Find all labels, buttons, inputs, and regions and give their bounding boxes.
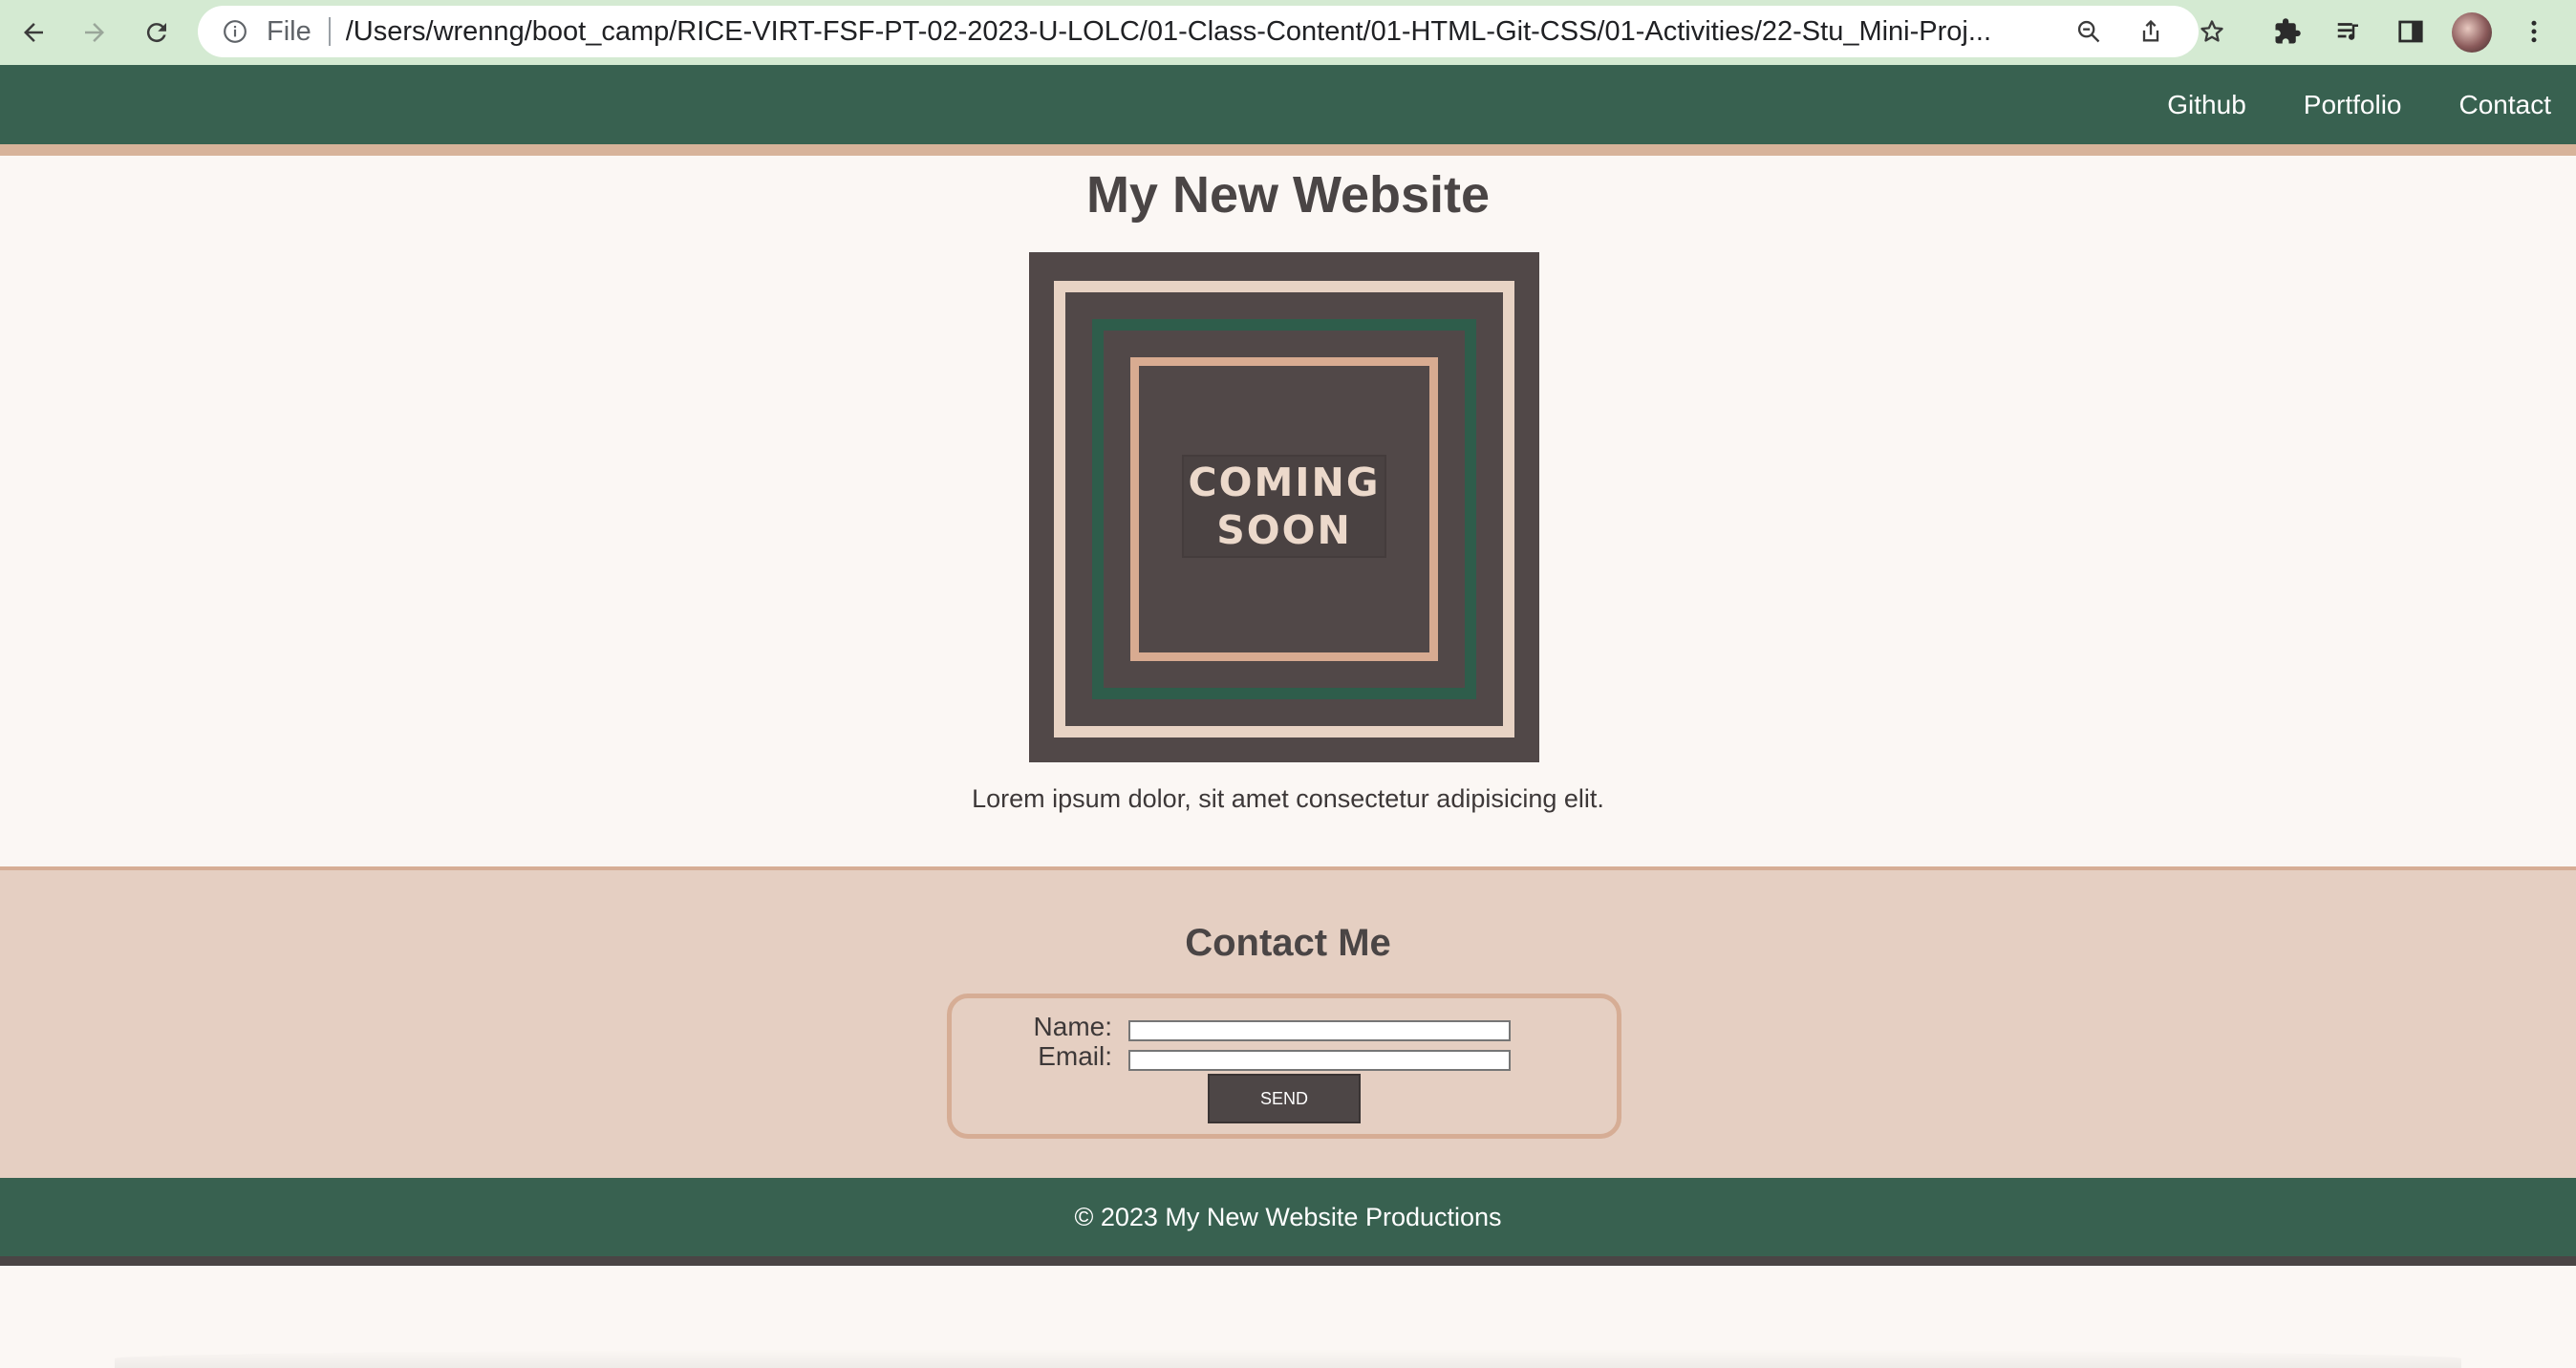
main-content: My New Website COMING SOON Lorem ipsum d… xyxy=(0,156,2576,866)
description-text: Lorem ipsum dolor, sit amet consectetur … xyxy=(972,784,1604,813)
coming-soon-image: COMING SOON xyxy=(1029,252,1539,762)
kebab-menu-icon[interactable] xyxy=(2515,12,2553,51)
name-label: Name: xyxy=(1033,1012,1112,1041)
nav-link-contact[interactable]: Contact xyxy=(2459,90,2552,120)
window-bottom-shadow xyxy=(115,1349,2461,1368)
contact-form: Name: Email: SEND xyxy=(947,994,1621,1139)
share-icon[interactable] xyxy=(2132,12,2170,51)
coming-soon-text-line1: COMING xyxy=(1188,460,1381,505)
name-input[interactable] xyxy=(1128,1020,1511,1041)
reload-icon[interactable] xyxy=(136,11,178,53)
profile-avatar[interactable] xyxy=(2452,12,2492,53)
footer-copyright: © 2023 My New Website Productions xyxy=(1074,1202,1502,1231)
url-text[interactable]: /Users/wrenng/boot_camp/RICE-VIRT-FSF-PT… xyxy=(346,16,2056,48)
nav-link-portfolio[interactable]: Portfolio xyxy=(2304,90,2402,120)
address-separator xyxy=(328,17,331,46)
site-nav: Github Portfolio Contact xyxy=(2167,65,2576,144)
site-header: Github Portfolio Contact xyxy=(0,65,2576,156)
info-icon[interactable] xyxy=(221,17,249,46)
zoom-icon[interactable] xyxy=(2070,12,2108,51)
browser-toolbar: File /Users/wrenng/boot_camp/RICE-VIRT-F… xyxy=(0,0,2576,65)
forward-arrow-icon[interactable] xyxy=(74,11,116,53)
page-title: My New Website xyxy=(1085,166,1491,224)
bookmark-star-icon[interactable] xyxy=(2193,12,2231,51)
media-playlist-icon[interactable] xyxy=(2329,12,2368,51)
contact-title: Contact Me xyxy=(1185,922,1391,964)
coming-soon-label-box: COMING SOON xyxy=(1182,455,1386,558)
back-arrow-icon[interactable] xyxy=(12,11,54,53)
email-input[interactable] xyxy=(1128,1050,1511,1071)
send-button[interactable]: SEND xyxy=(1208,1074,1361,1123)
site-footer: © 2023 My New Website Productions xyxy=(0,1178,2576,1266)
address-bar[interactable]: File /Users/wrenng/boot_camp/RICE-VIRT-F… xyxy=(198,6,2199,57)
nav-link-github[interactable]: Github xyxy=(2167,90,2246,120)
coming-soon-text-line2: SOON xyxy=(1216,507,1352,553)
file-scheme-label: File xyxy=(267,15,311,47)
side-panel-icon[interactable] xyxy=(2392,12,2430,51)
email-label: Email: xyxy=(1038,1041,1112,1071)
extensions-icon[interactable] xyxy=(2268,12,2307,51)
contact-section: Contact Me Name: Email: SEND xyxy=(0,866,2576,1178)
